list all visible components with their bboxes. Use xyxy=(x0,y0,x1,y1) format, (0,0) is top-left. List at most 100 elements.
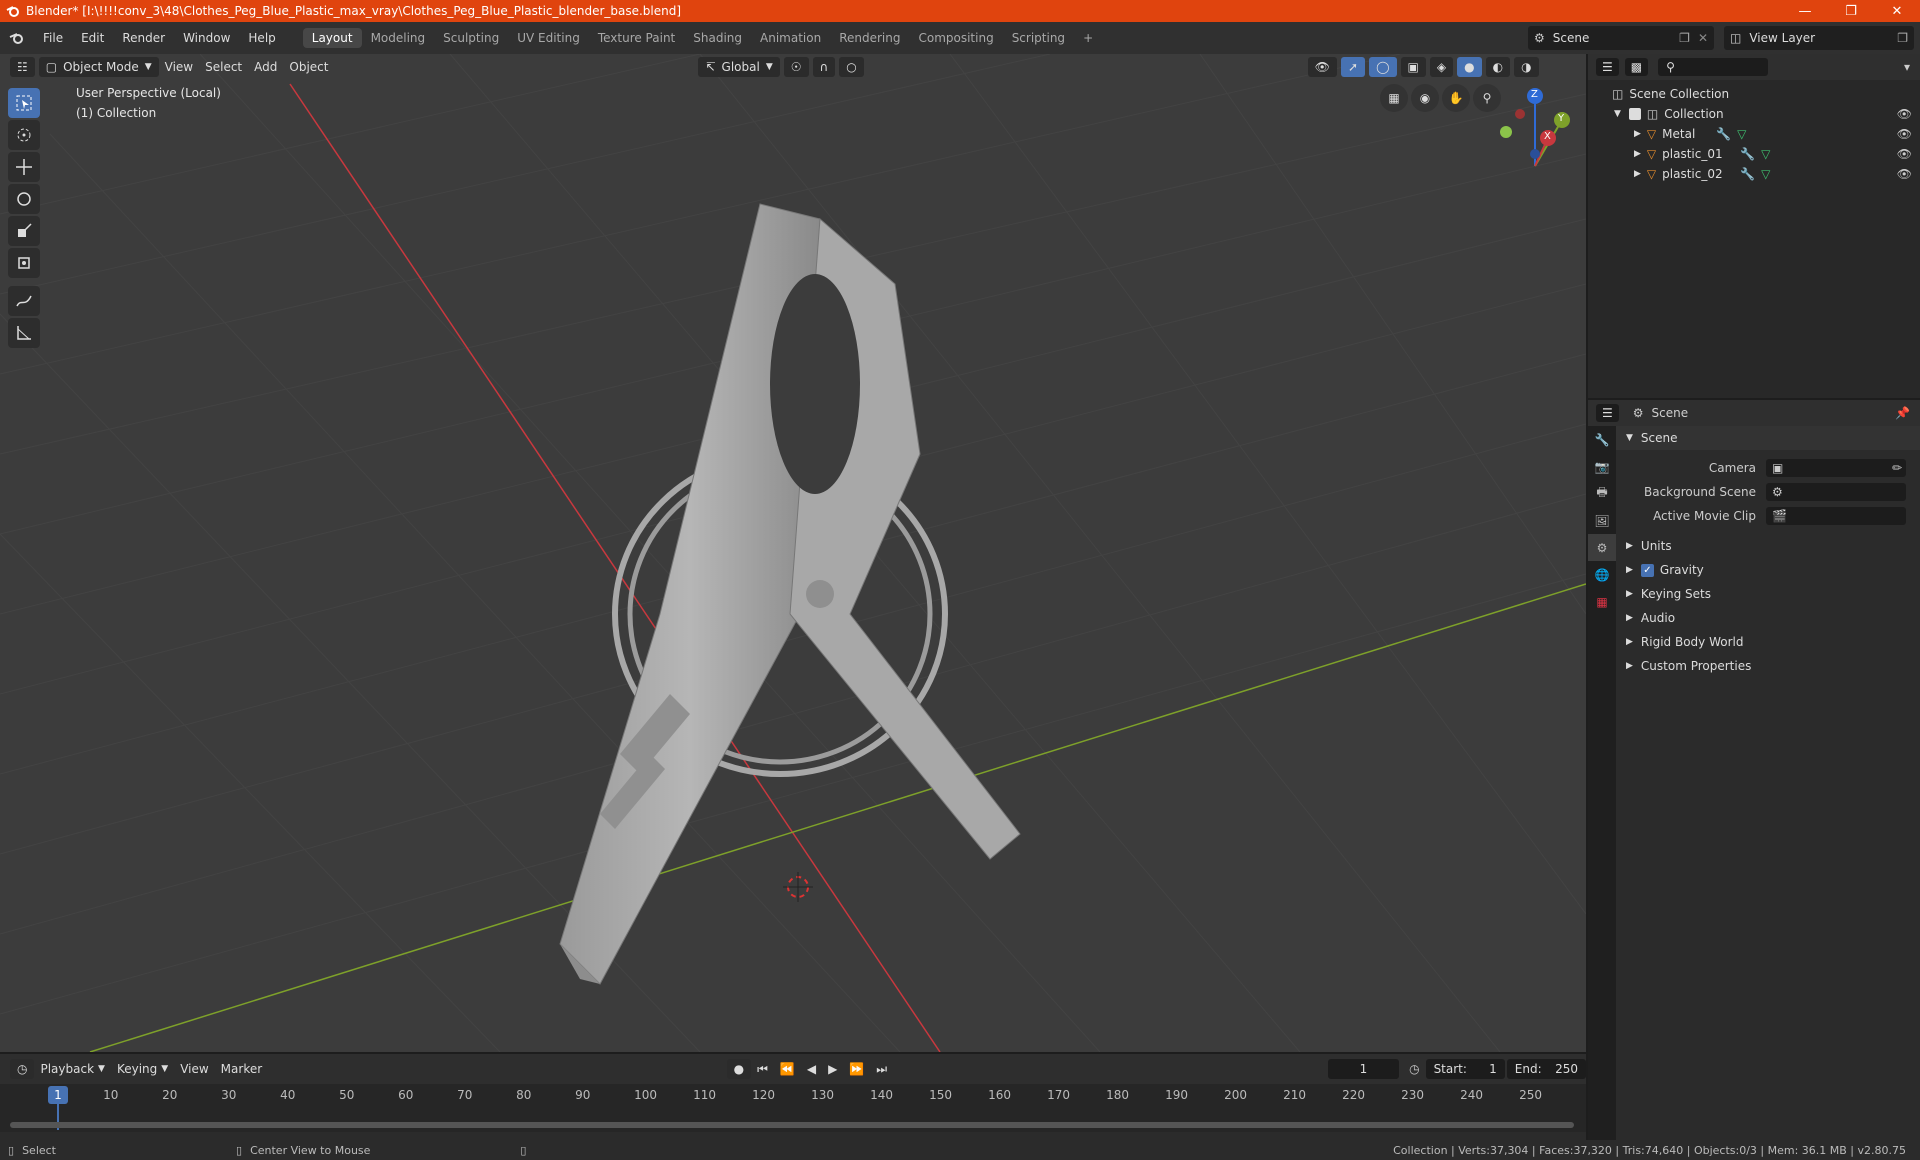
menu-playback[interactable]: Playback ▼ xyxy=(34,1059,110,1079)
measure-tool-icon[interactable] xyxy=(8,318,40,348)
properties-editor-type-icon[interactable]: ☰ xyxy=(1596,404,1619,422)
tab-scripting[interactable]: Scripting xyxy=(1003,28,1074,48)
menu-add[interactable]: Add xyxy=(248,57,283,77)
scale-tool-icon[interactable] xyxy=(8,216,40,246)
tab-layout[interactable]: Layout xyxy=(302,28,362,48)
tab-animation[interactable]: Animation xyxy=(751,28,830,48)
jump-start-button[interactable]: ⏮ xyxy=(751,1059,774,1079)
outliner-editor-type-icon[interactable]: ☰ xyxy=(1596,58,1619,76)
expand-arrow-icon[interactable]: ▼ xyxy=(1614,109,1621,119)
expand-arrow-icon[interactable]: ▶ xyxy=(1634,169,1641,179)
keying-sets-section[interactable]: ▶ Keying Sets xyxy=(1616,582,1920,606)
menu-file[interactable]: File xyxy=(34,31,72,45)
menu-keying[interactable]: Keying ▼ xyxy=(111,1059,174,1079)
display-mode-icon[interactable]: ▩ xyxy=(1624,58,1649,76)
end-frame-field[interactable]: End: 250 xyxy=(1506,1059,1586,1079)
xray-icon[interactable]: ▣ xyxy=(1400,57,1426,77)
cursor-tool-icon[interactable] xyxy=(8,120,40,150)
proportional-edit-icon[interactable]: ○ xyxy=(839,57,864,77)
visibility-eye-icon[interactable]: 👁 xyxy=(1897,107,1912,121)
collection-checkbox[interactable] xyxy=(1628,108,1641,120)
outliner-object-plastic-02[interactable]: ▶ ▽ plastic_02 🔧 ▽ 👁 xyxy=(1588,164,1920,184)
minimize-button[interactable]: — xyxy=(1782,0,1828,22)
timeline-ruler[interactable]: 10 20 30 40 50 60 70 80 90 100 110 120 130 140 150 160 1… xyxy=(0,1084,1586,1132)
filter-icon[interactable]: ▾ xyxy=(1904,60,1910,74)
camera-field[interactable]: ▣ ✏ xyxy=(1766,459,1906,477)
remove-scene-icon[interactable]: ✕ xyxy=(1698,31,1708,45)
new-view-layer-icon[interactable]: ❐ xyxy=(1897,31,1908,45)
snap-icon[interactable]: ∩ xyxy=(812,57,836,77)
tab-compositing[interactable]: Compositing xyxy=(909,28,1002,48)
gravity-checkbox[interactable]: ✓ xyxy=(1640,563,1654,577)
menu-view[interactable]: View xyxy=(159,57,199,77)
timeline-editor-type-icon[interactable]: ◷ xyxy=(10,1059,35,1079)
mode-dropdown[interactable]: ▢ Object Mode ▼ xyxy=(38,57,159,77)
tab-uv-editing[interactable]: UV Editing xyxy=(508,28,589,48)
rendered-shading-icon[interactable]: ◑ xyxy=(1514,57,1539,77)
3d-viewport[interactable]: Z Y X ☷ ▢ Object Mode ▼ View Select Add … xyxy=(0,54,1586,1052)
tab-texture-paint[interactable]: Texture Paint xyxy=(589,28,684,48)
menu-marker[interactable]: Marker xyxy=(215,1059,268,1079)
editor-type-icon[interactable]: ☷ xyxy=(10,57,35,77)
outliner-object-plastic-01[interactable]: ▶ ▽ plastic_01 🔧 ▽ 👁 xyxy=(1588,144,1920,164)
blender-menu-icon[interactable] xyxy=(0,30,34,46)
playhead[interactable]: 1 xyxy=(48,1086,68,1104)
units-section[interactable]: ▶ Units xyxy=(1616,534,1920,558)
output-tab-icon[interactable]: 🖶 xyxy=(1588,480,1616,507)
overlay-toggle-icon[interactable]: ◯ xyxy=(1369,57,1397,77)
visibility-eye-icon[interactable]: 👁 xyxy=(1897,167,1912,181)
view-layer-tab-icon[interactable]: 🖼 xyxy=(1588,507,1616,534)
menu-window[interactable]: Window xyxy=(174,31,239,45)
tab-sculpting[interactable]: Sculpting xyxy=(434,28,508,48)
gizmo-toggle-icon[interactable]: ➚ xyxy=(1341,57,1366,77)
select-box-tool-icon[interactable] xyxy=(8,88,40,118)
close-button[interactable]: ✕ xyxy=(1874,0,1920,22)
current-frame-field[interactable]: 1 xyxy=(1327,1059,1400,1079)
restore-button[interactable]: ❐ xyxy=(1828,0,1874,22)
wireframe-shading-icon[interactable]: ◈ xyxy=(1429,57,1454,77)
menu-edit[interactable]: Edit xyxy=(72,31,113,45)
tool-tab-icon[interactable]: 🔧 xyxy=(1588,426,1616,453)
pivot-point-icon[interactable]: ☉ xyxy=(783,57,809,77)
expand-arrow-icon[interactable]: ▶ xyxy=(1634,129,1641,139)
custom-properties-section[interactable]: ▶ Custom Properties xyxy=(1616,654,1920,678)
background-scene-field[interactable]: ⚙ xyxy=(1766,483,1906,501)
clock-icon[interactable]: ◷ xyxy=(1409,1062,1419,1076)
scene-tab-icon[interactable]: ⚙ xyxy=(1588,534,1616,561)
menu-object[interactable]: Object xyxy=(283,57,334,77)
tab-shading[interactable]: Shading xyxy=(684,28,751,48)
jump-end-button[interactable]: ⏭ xyxy=(870,1059,893,1079)
pan-hand-icon[interactable]: ✋ xyxy=(1442,84,1470,112)
rigid-body-world-section[interactable]: ▶ Rigid Body World xyxy=(1616,630,1920,654)
render-tab-icon[interactable]: 📷 xyxy=(1588,453,1616,480)
material-shading-icon[interactable]: ◐ xyxy=(1485,57,1511,77)
scene-section-header[interactable]: ▼ Scene xyxy=(1616,426,1920,450)
rotate-tool-icon[interactable] xyxy=(8,184,40,214)
move-tool-icon[interactable] xyxy=(8,152,40,182)
tab-modeling[interactable]: Modeling xyxy=(362,28,435,48)
visibility-eye-icon[interactable]: 👁 xyxy=(1897,147,1912,161)
expand-arrow-icon[interactable]: ▶ xyxy=(1634,149,1641,159)
menu-render[interactable]: Render xyxy=(113,31,174,45)
visibility-icon[interactable]: 👁 xyxy=(1307,57,1338,77)
eyedropper-icon[interactable]: ✏ xyxy=(1892,461,1902,475)
texture-tab-icon[interactable]: ▦ xyxy=(1588,588,1616,615)
gravity-section[interactable]: ▶ ✓ Gravity xyxy=(1616,558,1920,582)
outliner-scene-collection[interactable]: ◫ Scene Collection xyxy=(1588,84,1920,104)
3d-cursor-icon[interactable] xyxy=(783,872,813,902)
record-button[interactable]: ● xyxy=(726,1059,752,1079)
solid-shading-icon[interactable]: ● xyxy=(1457,57,1482,77)
transform-orientation-dropdown[interactable]: ↸ Global ▼ xyxy=(698,57,780,77)
zoom-icon[interactable]: ⚲ xyxy=(1473,84,1501,112)
next-keyframe-button[interactable]: ⏩ xyxy=(843,1059,870,1079)
audio-section[interactable]: ▶ Audio xyxy=(1616,606,1920,630)
pin-icon[interactable]: 📌 xyxy=(1895,406,1910,420)
view-layer-selector[interactable]: ◫ View Layer ❐ xyxy=(1724,26,1914,50)
transform-tool-icon[interactable] xyxy=(8,248,40,278)
outliner-object-metal[interactable]: ▶ ▽ Metal 🔧 ▽ 👁 xyxy=(1588,124,1920,144)
scene-selector[interactable]: ⚙ Scene ❐ ✕ xyxy=(1528,26,1714,50)
viewport-scene[interactable] xyxy=(0,54,1586,1052)
tab-rendering[interactable]: Rendering xyxy=(830,28,909,48)
menu-timeline-view[interactable]: View xyxy=(174,1059,214,1079)
start-frame-field[interactable]: Start: 1 xyxy=(1425,1059,1505,1079)
